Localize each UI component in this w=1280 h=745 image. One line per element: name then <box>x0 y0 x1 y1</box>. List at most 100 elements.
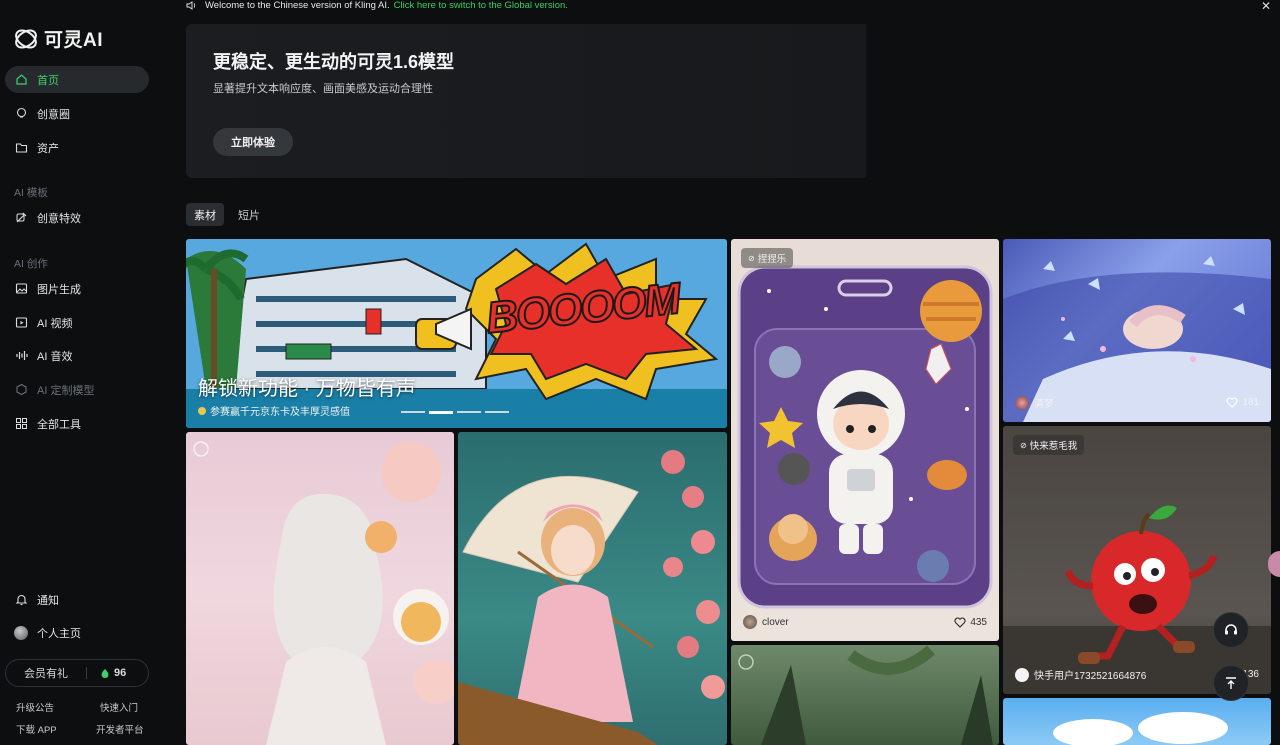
card-meta: 清梦 181 <box>1015 395 1259 410</box>
like-button[interactable]: 181 <box>1226 397 1259 408</box>
forest-card[interactable] <box>731 645 999 745</box>
effect-tag[interactable]: ⊘ 快来惹毛我 <box>1013 435 1085 455</box>
nav-audio-label: AI 音效 <box>37 350 73 363</box>
section-create: AI 创作 <box>14 258 48 270</box>
grid-icon <box>14 417 28 431</box>
nav-assets-label: 资产 <box>37 142 59 155</box>
switch-global-link[interactable]: Click here to switch to the Global versi… <box>394 0 568 11</box>
tab-materials[interactable]: 素材 <box>186 203 224 226</box>
announcement-bar: Welcome to the Chinese version of Kling … <box>0 0 1280 13</box>
nav-custom-model-label: AI 定制模型 <box>37 384 95 397</box>
magic-icon <box>14 211 28 225</box>
nav-all-tools[interactable]: 全部工具 <box>5 410 149 437</box>
effect-tag[interactable]: ⊘ 捏捏乐 <box>741 248 794 268</box>
hero-subtitle: 显著提升文本响应度、画面美感及运动合理性 <box>213 83 433 95</box>
tag-icon: ⊘ <box>1020 440 1027 450</box>
apple-character-illustration <box>1003 505 1271 694</box>
section-templates: AI 模板 <box>14 187 48 199</box>
folder-icon <box>14 141 28 155</box>
developer-link[interactable]: 开发者平台 <box>96 722 144 736</box>
banner-subtitle-row: 参赛赢千元京东卡及丰厚灵感值 <box>198 403 350 418</box>
nav-notifications[interactable]: 通知 <box>5 586 149 613</box>
nav-effects[interactable]: 创意特效 <box>5 204 149 231</box>
avatar <box>743 615 757 629</box>
like-count: 181 <box>1242 397 1259 408</box>
parasol-girl-card[interactable] <box>458 432 727 745</box>
nav-all-tools-label: 全部工具 <box>37 418 81 431</box>
coin-icon <box>198 406 206 415</box>
avatar <box>1015 667 1029 682</box>
close-icon[interactable]: ✕ <box>1261 0 1271 13</box>
dream-card[interactable]: 清梦 181 <box>1003 239 1271 422</box>
banner-title: 解锁新功能 · 万物皆有声 <box>198 378 416 400</box>
lightbulb-icon <box>14 107 28 121</box>
quickstart-link[interactable]: 快速入门 <box>100 700 138 714</box>
brand-name: 可灵AI <box>44 30 104 51</box>
nav-image-gen[interactable]: 图片生成 <box>5 275 149 302</box>
heart-icon <box>954 616 966 628</box>
points-value: 96 <box>114 667 127 679</box>
nav-image-gen-label: 图片生成 <box>37 283 81 296</box>
nav-assets[interactable]: 资产 <box>5 134 149 161</box>
nav-community[interactable]: 创意圈 <box>5 100 149 127</box>
card-author[interactable]: clover <box>743 615 789 629</box>
speaker-icon <box>186 0 196 10</box>
author-name: 清梦 <box>1034 399 1054 410</box>
download-app-link[interactable]: 下载 APP <box>16 722 57 736</box>
sky-illustration <box>1053 712 1228 745</box>
vip-label[interactable]: 会员有礼 <box>6 665 86 681</box>
avatar <box>14 625 28 640</box>
sky-card[interactable] <box>1003 698 1271 745</box>
card-author[interactable]: 快手用户1732521664876 <box>1015 667 1146 682</box>
audio-wave-icon <box>14 349 28 363</box>
astronaut-illustration <box>737 265 993 609</box>
hero-banner: 更稳定、更生动的可灵1.6模型 显著提升文本响应度、画面美感及运动合理性 立即体… <box>186 24 1280 178</box>
statue-card[interactable] <box>186 432 454 745</box>
nav-notifications-label: 通知 <box>37 594 59 607</box>
headset-icon <box>1225 624 1237 635</box>
like-count: 435 <box>970 616 987 628</box>
card-meta: clover 435 <box>743 615 987 629</box>
nav-effects-label: 创意特效 <box>37 212 81 225</box>
hero-background <box>866 24 1280 178</box>
forest-illustration <box>738 645 993 745</box>
back-to-top-button[interactable] <box>1213 665 1249 701</box>
home-icon <box>14 73 28 87</box>
image-icon <box>14 282 28 296</box>
logo[interactable]: 可灵AI <box>13 25 103 52</box>
author-name: clover <box>762 616 789 628</box>
try-now-button[interactable]: 立即体验 <box>213 128 293 156</box>
nav-video[interactable]: AI 视频 <box>5 309 149 336</box>
nav-home-label: 首页 <box>37 74 59 87</box>
nav-community-label: 创意圈 <box>37 108 70 121</box>
points-balance[interactable]: 96 <box>100 667 126 679</box>
nav-audio[interactable]: AI 音效 <box>5 342 149 369</box>
divider <box>86 667 87 679</box>
nav-profile[interactable]: 个人主页 <box>5 619 149 646</box>
tag-label: 捏捏乐 <box>757 254 787 265</box>
leaf-icon <box>101 668 109 678</box>
banner-subtitle: 参赛赢千元京东卡及丰厚灵感值 <box>210 407 350 418</box>
parasol-girl-illustration <box>458 450 725 745</box>
vip-bar[interactable]: 会员有礼 96 <box>5 659 149 687</box>
apple-card[interactable]: ⊘ 快来惹毛我 快手用户1732521664876 136 <box>1003 426 1271 694</box>
welcome-text: Welcome to the Chinese version of Kling … <box>205 0 390 11</box>
nav-profile-label: 个人主页 <box>37 627 81 640</box>
customer-service-button[interactable] <box>1213 612 1249 648</box>
heart-icon <box>1226 397 1238 408</box>
promo-banner-card[interactable]: BOOOOM 解锁新功能 · 万物皆有声 参赛赢千元京东卡及丰厚灵感值 <box>186 239 727 428</box>
sidebar: 可灵AI 首页 创意圈 资产 AI 模板 创意特效 AI 创作 图片生成 AI … <box>0 10 160 745</box>
hero-title: 更稳定、更生动的可灵1.6模型 <box>213 52 455 72</box>
updates-link[interactable]: 升级公告 <box>16 700 54 714</box>
nav-home[interactable]: 首页 <box>5 66 149 93</box>
like-button[interactable]: 435 <box>954 617 987 628</box>
cube-icon <box>14 383 28 397</box>
card-author[interactable]: 清梦 <box>1015 395 1054 410</box>
video-icon <box>14 316 28 330</box>
content-tabs: 素材 短片 <box>186 203 268 226</box>
kling-logo-icon <box>15 28 37 49</box>
nav-custom-model[interactable]: AI 定制模型 <box>5 376 149 403</box>
astronaut-card[interactable]: ⊘ 捏捏乐 clover 435 <box>731 239 999 641</box>
tab-shorts[interactable]: 短片 <box>230 203 268 226</box>
statue-illustration <box>193 441 454 745</box>
